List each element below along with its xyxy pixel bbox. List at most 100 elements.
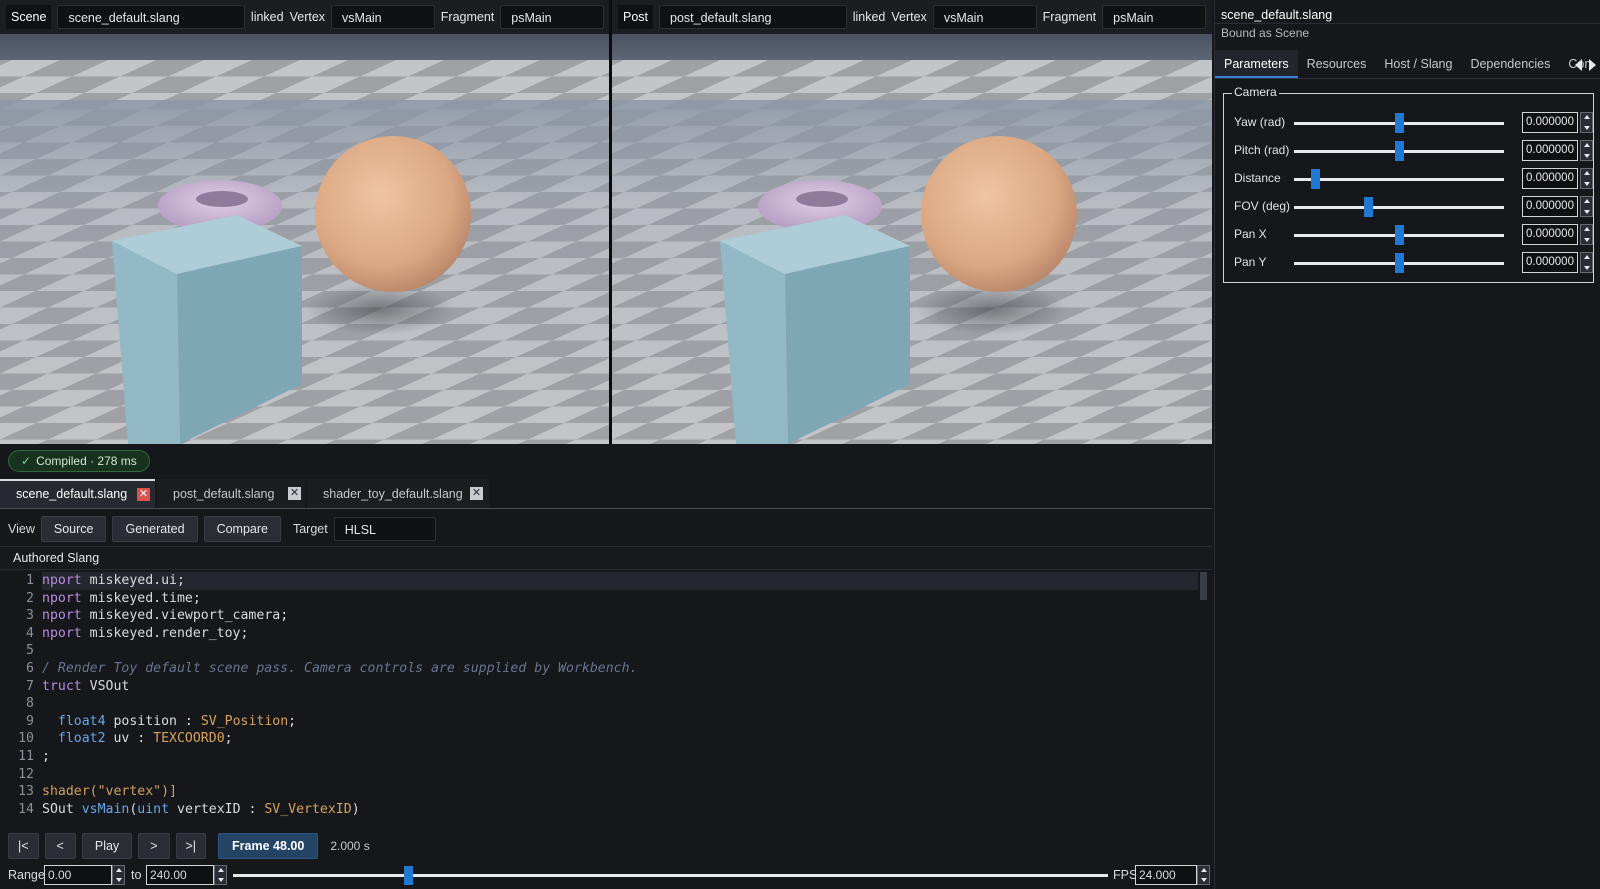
param-slider-thumb[interactable] xyxy=(1395,141,1404,161)
line-number: 5 xyxy=(26,643,34,659)
inspector-file-name: scene_default.slang xyxy=(1221,8,1333,22)
param-value-stepper[interactable] xyxy=(1580,112,1593,133)
view-generated-button[interactable]: Generated xyxy=(112,516,198,542)
timeline-playhead[interactable] xyxy=(404,866,413,885)
tab-label: shader_toy_default.slang xyxy=(323,487,463,501)
code-text: / Render Toy default scene pass. Camera … xyxy=(42,661,638,676)
code-line: 4 nport miskeyed.render_toy; xyxy=(0,625,1198,643)
tab-post-default[interactable]: post_default.slang ✕ xyxy=(157,479,305,508)
line-number: 1 xyxy=(26,573,34,588)
first-frame-button[interactable]: |< xyxy=(8,833,39,859)
param-value-input[interactable]: 0.000000 xyxy=(1522,196,1578,217)
param-value-stepper[interactable] xyxy=(1580,140,1593,161)
camera-group-title: Camera xyxy=(1232,85,1279,99)
param-value-stepper[interactable] xyxy=(1580,252,1593,273)
code-header: Authored Slang xyxy=(0,546,1212,570)
play-button[interactable]: Play xyxy=(81,833,133,859)
close-icon[interactable]: ✕ xyxy=(137,488,150,501)
tab-scroll-right-icon[interactable] xyxy=(1589,59,1596,71)
code-editor[interactable]: 1 nport miskeyed.ui; 2 nport miskeyed.time… xyxy=(0,572,1212,824)
divider xyxy=(1215,23,1600,24)
code-line: 13 shader("vertex")] xyxy=(0,783,1198,801)
fps-stepper[interactable] xyxy=(1197,865,1210,885)
range-to-stepper[interactable] xyxy=(214,865,227,885)
param-slider-track[interactable] xyxy=(1294,206,1504,209)
tab-shader-toy-default[interactable]: shader_toy_default.slang ✕ xyxy=(307,479,489,508)
inspector-tabs: Parameters Resources Host / Slang Depend… xyxy=(1215,50,1600,79)
code-line: 11; xyxy=(0,748,1198,766)
fps-input[interactable]: 24.000 xyxy=(1135,865,1197,885)
param-slider-thumb[interactable] xyxy=(1311,169,1320,189)
param-value-input[interactable]: 0.000000 xyxy=(1522,168,1578,189)
param-slider-thumb[interactable] xyxy=(1395,113,1404,133)
post-fragment-entry-field[interactable]: psMain xyxy=(1102,5,1206,29)
prev-frame-button[interactable]: < xyxy=(44,833,76,859)
inspector-panel: scene_default.slang Bound as Scene Param… xyxy=(1214,0,1600,889)
code-line: 3 nport miskeyed.viewport_camera; xyxy=(0,607,1198,625)
view-source-button[interactable]: Source xyxy=(40,516,107,542)
code-text: SOut vsMain(uint vertexID : SV_VertexID) xyxy=(42,801,360,817)
tab-label: post_default.slang xyxy=(173,487,275,501)
code-line: 6 / Render Toy default scene pass. Camera… xyxy=(0,660,1198,678)
scene-fragment-entry-field[interactable]: psMain xyxy=(500,5,604,29)
code-line: 14 SOut vsMain(uint vertexID : SV_VertexI… xyxy=(0,801,1198,819)
post-label: Post xyxy=(618,5,654,29)
scene-vertex-entry-field[interactable]: vsMain xyxy=(331,5,435,29)
param-value-input[interactable]: 0.000000 xyxy=(1522,224,1578,245)
param-value-stepper[interactable] xyxy=(1580,168,1593,189)
code-line: 9 float4 position : SV_Position; xyxy=(0,713,1198,731)
range-label: Range xyxy=(8,868,45,882)
post-vertex-entry-field[interactable]: vsMain xyxy=(932,5,1037,29)
scene-viewport-toolbar: Scene scene_default.slang linked Vertex … xyxy=(0,0,610,34)
post-vertex-label: Vertex xyxy=(891,10,927,24)
param-row: Pitch (rad) 0.000000 xyxy=(1234,138,1593,164)
param-slider-thumb[interactable] xyxy=(1395,253,1404,273)
close-icon[interactable]: ✕ xyxy=(288,487,301,500)
viewport-splitter[interactable] xyxy=(609,0,612,444)
tab-scene-default[interactable]: scene_default.slang ✕ xyxy=(0,479,155,508)
view-compare-button[interactable]: Compare xyxy=(203,516,281,542)
param-row: FOV (deg) 0.000000 xyxy=(1234,194,1593,220)
scene-viewport[interactable] xyxy=(0,34,609,444)
code-text: shader("vertex")] xyxy=(42,784,177,800)
last-frame-button[interactable]: >| xyxy=(175,833,207,859)
param-slider-thumb[interactable] xyxy=(1395,225,1404,245)
line-number: 14 xyxy=(18,801,34,817)
param-value-input[interactable]: 0.000000 xyxy=(1522,112,1578,133)
code-scrollbar-thumb[interactable] xyxy=(1200,572,1207,600)
scene-file-field[interactable]: scene_default.slang xyxy=(57,5,245,29)
file-tabs: scene_default.slang ✕ post_default.slang… xyxy=(0,479,1212,509)
code-text: float4 position : SV_Position; xyxy=(57,713,297,729)
tab-scroll-left-icon[interactable] xyxy=(1575,59,1582,71)
param-value-stepper[interactable] xyxy=(1580,224,1593,245)
next-frame-button[interactable]: > xyxy=(138,833,170,859)
compile-status-badge: ✓ Compiled · 278 ms xyxy=(8,450,150,472)
param-value-input[interactable]: 0.000000 xyxy=(1522,140,1578,161)
range-from-stepper[interactable] xyxy=(112,865,125,885)
param-value-input[interactable]: 0.000000 xyxy=(1522,252,1578,273)
code-line: 5 xyxy=(0,642,1198,660)
range-row: Range 0.00 to 240.00 FPS 24.000 xyxy=(0,864,1212,886)
target-label: Target xyxy=(292,522,328,536)
tab-dependencies[interactable]: Dependencies xyxy=(1461,50,1559,78)
param-label: Pan X xyxy=(1234,227,1267,241)
range-to-input[interactable]: 240.00 xyxy=(146,865,214,885)
close-icon[interactable]: ✕ xyxy=(470,487,483,500)
tab-host-slang[interactable]: Host / Slang xyxy=(1375,50,1461,78)
param-value-stepper[interactable] xyxy=(1580,196,1593,217)
post-file-field[interactable]: post_default.slang xyxy=(659,5,847,29)
timeline-track[interactable] xyxy=(233,874,1108,877)
target-select[interactable]: HLSL xyxy=(333,517,436,541)
tab-resources[interactable]: Resources xyxy=(1298,50,1376,78)
param-label: Distance xyxy=(1234,171,1281,185)
tab-parameters[interactable]: Parameters xyxy=(1215,50,1298,78)
param-row: Distance 0.000000 xyxy=(1234,166,1593,192)
scene-vertex-label: Vertex xyxy=(289,10,326,24)
param-label: Yaw (rad) xyxy=(1234,115,1286,129)
param-slider-track[interactable] xyxy=(1294,178,1504,181)
param-row: Pan Y 0.000000 xyxy=(1234,250,1593,276)
post-viewport[interactable] xyxy=(612,34,1212,444)
param-slider-thumb[interactable] xyxy=(1363,197,1373,217)
range-from-input[interactable]: 0.00 xyxy=(44,865,112,885)
check-icon: ✓ xyxy=(21,454,32,468)
